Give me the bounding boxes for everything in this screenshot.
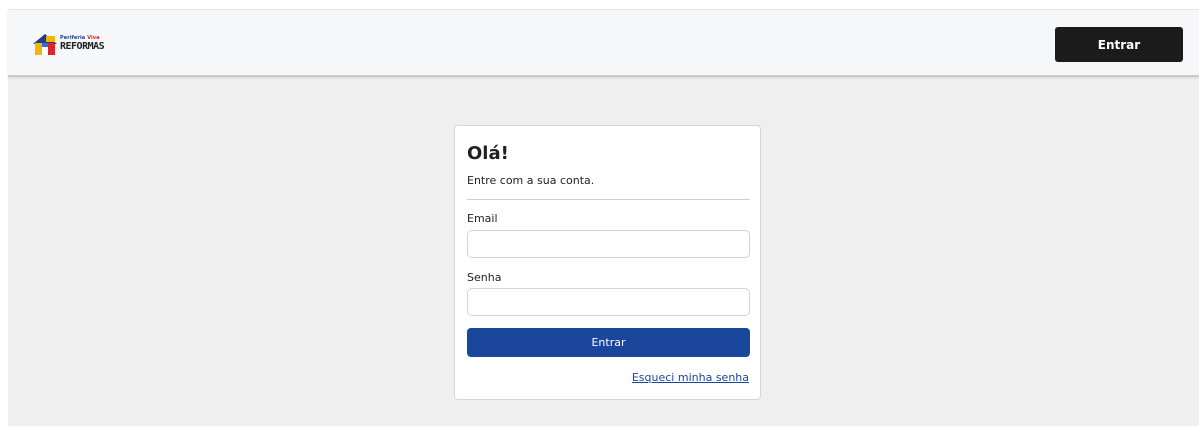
forgot-password-link[interactable]: Esqueci minha senha	[632, 371, 749, 384]
brand-logo[interactable]: Periferia Viva REFORMAS	[32, 30, 110, 58]
logo-wordmark: Periferia Viva REFORMAS	[60, 36, 105, 52]
email-input[interactable]	[467, 230, 750, 258]
house-logo-icon	[33, 34, 57, 55]
password-input[interactable]	[467, 288, 750, 316]
card-divider	[467, 199, 750, 200]
login-card: Olá! Entre com a sua conta. Email Senha …	[454, 125, 761, 400]
password-label: Senha	[467, 271, 502, 284]
email-label: Email	[467, 212, 498, 225]
logo-name: REFORMAS	[60, 41, 105, 52]
top-header: Periferia Viva REFORMAS Entrar	[8, 10, 1199, 77]
header-login-button[interactable]: Entrar	[1055, 27, 1183, 62]
submit-login-button[interactable]: Entrar	[467, 328, 750, 357]
card-subtitle: Entre com a sua conta.	[467, 174, 595, 187]
card-title: Olá!	[467, 143, 509, 164]
page-background: Periferia Viva REFORMAS Entrar Olá! Entr…	[8, 9, 1199, 426]
